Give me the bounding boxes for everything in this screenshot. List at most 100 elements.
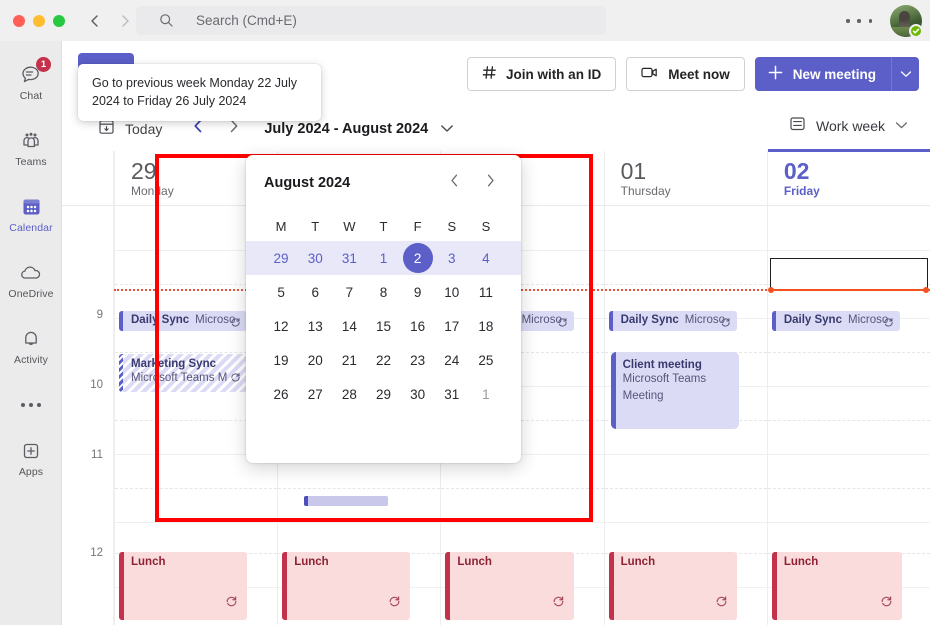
date-cell[interactable]: 5 (264, 275, 298, 309)
date-cell[interactable]: 12 (264, 309, 298, 343)
date-cell[interactable]: 19 (264, 343, 298, 377)
date-cell[interactable]: 15 (366, 309, 400, 343)
recurring-icon (880, 595, 893, 613)
event-lunch[interactable]: Lunch (772, 552, 902, 620)
event-lunch[interactable]: Lunch (119, 552, 247, 620)
time-label: 10 (90, 379, 103, 391)
date-picker-header: August 2024 (264, 155, 503, 211)
date-cell[interactable]: 8 (366, 275, 400, 309)
event-daily-sync[interactable]: Daily Sync Microso (772, 311, 900, 331)
day-column-friday[interactable]: Daily Sync Microso Lunch (767, 206, 930, 625)
sidebar-item-activity[interactable]: Activity (0, 317, 62, 375)
date-range-dropdown-button[interactable] (440, 120, 454, 138)
date-cell[interactable]: 31 (332, 241, 366, 275)
sidebar-item-onedrive[interactable]: OneDrive (0, 251, 62, 309)
day-column-header-thursday[interactable]: 01 Thursday (604, 151, 767, 205)
event-client-meeting[interactable]: Client meeting Microsoft Teams Meeting (611, 352, 739, 429)
date-picker-popup[interactable]: August 2024 M T W T F S S (246, 155, 521, 463)
date-cell[interactable]: 16 (401, 309, 435, 343)
join-with-id-button[interactable]: Join with an ID (467, 57, 616, 91)
more-apps-icon[interactable] (0, 385, 62, 425)
forward-icon[interactable] (114, 10, 136, 32)
search-input[interactable]: Search (Cmd+E) (136, 6, 606, 35)
date-cell[interactable]: 25 (469, 343, 503, 377)
date-cell[interactable]: 4 (469, 241, 503, 275)
date-range-title[interactable]: July 2024 - August 2024 (264, 121, 428, 137)
date-cell[interactable]: 20 (298, 343, 332, 377)
maximize-window-button[interactable] (53, 15, 65, 27)
sidebar-item-calendar[interactable]: Calendar (0, 185, 62, 243)
date-cell[interactable]: 22 (366, 343, 400, 377)
event-title: Daily Sync (784, 314, 842, 326)
event-daily-sync[interactable]: Daily Sync Microso (119, 311, 247, 331)
date-cell-label: 19 (274, 353, 289, 368)
date-cell[interactable]: 27 (298, 377, 332, 411)
chevron-right-icon (484, 173, 497, 193)
date-cell[interactable]: 26 (264, 377, 298, 411)
date-cell[interactable]: 30 (401, 377, 435, 411)
date-picker-prev-button[interactable] (441, 170, 467, 196)
date-cell-label: 6 (311, 285, 319, 300)
sidebar-item-chat[interactable]: 1 Chat (0, 53, 62, 111)
date-cell[interactable]: 13 (298, 309, 332, 343)
meet-now-button[interactable]: Meet now (626, 57, 745, 91)
day-number: 01 (621, 157, 767, 185)
avatar[interactable] (890, 5, 922, 37)
day-column-header-friday[interactable]: 02 Friday (767, 151, 930, 205)
chat-icon: 1 (18, 63, 44, 87)
date-cell[interactable]: 3 (435, 241, 469, 275)
event-lunch[interactable]: Lunch (609, 552, 737, 620)
date-cell[interactable]: 1 (469, 377, 503, 411)
date-cell[interactable]: 6 (298, 275, 332, 309)
event-partial-hidden[interactable] (304, 496, 388, 506)
date-cell[interactable]: 11 (469, 275, 503, 309)
date-cell[interactable]: 14 (332, 309, 366, 343)
date-picker-next-button[interactable] (477, 170, 503, 196)
date-cell[interactable]: 7 (332, 275, 366, 309)
date-cell-label: 13 (308, 319, 323, 334)
date-cell[interactable]: 29 (366, 377, 400, 411)
weekday-label: S (435, 211, 469, 241)
selected-time-slot[interactable] (770, 258, 928, 290)
date-cell[interactable]: 30 (298, 241, 332, 275)
date-cell[interactable]: 9 (401, 275, 435, 309)
date-cell[interactable]: 1 (366, 241, 400, 275)
more-options-icon[interactable] (846, 13, 872, 29)
date-cell[interactable]: 24 (435, 343, 469, 377)
back-icon[interactable] (84, 10, 106, 32)
date-cell[interactable]: 28 (332, 377, 366, 411)
event-subtitle: Microsoft Teams (623, 371, 733, 388)
event-marketing-sync[interactable]: Marketing Sync Microsoft Teams M (119, 354, 247, 392)
new-meeting-button[interactable]: New meeting (755, 57, 891, 91)
sidebar-item-apps[interactable]: Apps (0, 429, 62, 487)
new-meeting-dropdown-button[interactable] (891, 57, 919, 91)
event-lunch[interactable]: Lunch (445, 552, 573, 620)
recurring-icon (715, 595, 728, 613)
chevron-down-icon (440, 120, 454, 138)
date-cell[interactable]: 10 (435, 275, 469, 309)
day-column-thursday[interactable]: Daily Sync Microso Client meeting Micros… (604, 206, 767, 625)
date-cell-label: 12 (274, 319, 289, 334)
date-cell[interactable]: 17 (435, 309, 469, 343)
sidebar-item-teams[interactable]: Teams (0, 119, 62, 177)
date-cell[interactable]: 29 (264, 241, 298, 275)
date-cell-label: 4 (482, 251, 490, 266)
sidebar-item-label: Chat (20, 90, 43, 102)
date-cell[interactable]: 21 (332, 343, 366, 377)
date-cell[interactable]: 23 (401, 343, 435, 377)
event-daily-sync[interactable]: Daily Sync Microso (609, 311, 737, 331)
date-cell-selected[interactable]: 2 (401, 241, 435, 275)
event-lunch[interactable]: Lunch (282, 552, 410, 620)
day-number: 02 (784, 157, 930, 185)
time-label: 11 (91, 449, 103, 461)
view-selector[interactable]: Work week (789, 115, 908, 137)
minimize-window-button[interactable] (33, 15, 45, 27)
time-gutter: 9 10 11 12 13 (62, 206, 114, 625)
window-controls[interactable] (13, 15, 65, 27)
date-cell[interactable]: 18 (469, 309, 503, 343)
date-cell-label: 2 (403, 243, 433, 273)
date-cell-label: 22 (376, 353, 391, 368)
date-cell[interactable]: 31 (435, 377, 469, 411)
date-cell-label: 18 (478, 319, 493, 334)
close-window-button[interactable] (13, 15, 25, 27)
